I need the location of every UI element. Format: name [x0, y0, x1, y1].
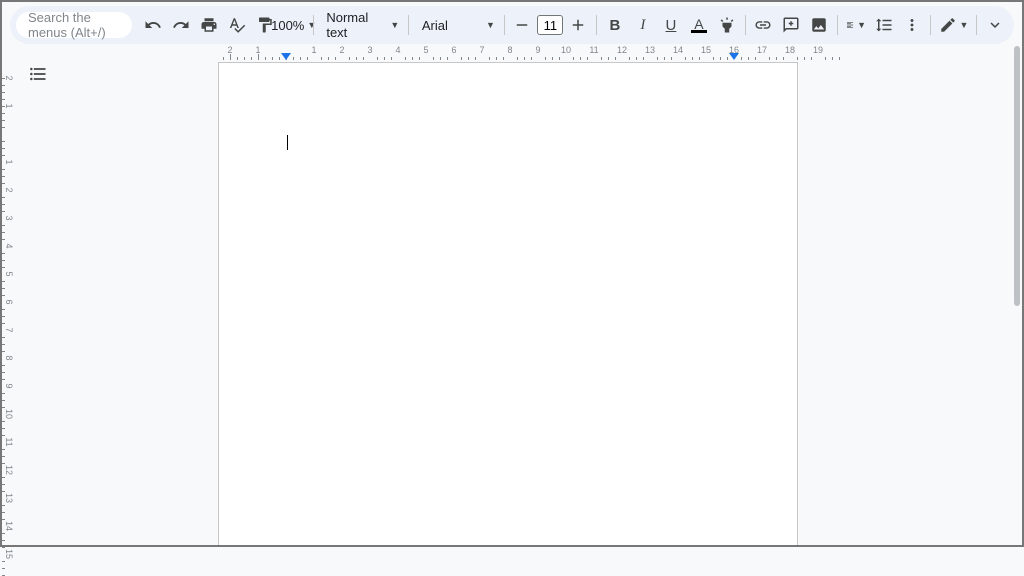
pencil-icon	[939, 16, 957, 34]
spellcheck-icon	[228, 16, 246, 34]
separator	[837, 15, 838, 35]
separator	[930, 15, 931, 35]
separator	[976, 15, 977, 35]
text-color-a: A	[694, 17, 703, 31]
editing-mode-group: ▼	[936, 12, 972, 38]
style-value: Normal text	[326, 10, 387, 40]
horizontal-ruler[interactable]: 1212345678910111213141516171819	[218, 46, 1012, 60]
paragraph-style-select[interactable]: Normal text ▼	[318, 12, 403, 38]
zoom-value: 100%	[271, 18, 304, 33]
separator	[596, 15, 597, 35]
font-value: Arial	[422, 18, 448, 33]
redo-icon	[172, 16, 190, 34]
dropdown-icon: ▼	[390, 20, 399, 30]
spellcheck-button[interactable]	[224, 12, 250, 38]
outline-icon	[28, 64, 48, 84]
undo-button[interactable]	[140, 12, 166, 38]
comment-icon	[782, 16, 800, 34]
separator	[408, 15, 409, 35]
align-left-icon	[846, 16, 854, 34]
show-outline-button[interactable]	[26, 62, 50, 86]
highlight-icon	[718, 16, 736, 34]
insert-image-button[interactable]	[806, 12, 832, 38]
text-color-swatch	[691, 30, 707, 33]
image-icon	[810, 16, 828, 34]
undo-icon	[144, 16, 162, 34]
print-icon	[200, 16, 218, 34]
highlight-color-button[interactable]	[714, 12, 740, 38]
dropdown-icon: ▼	[486, 20, 495, 30]
outline-sidebar	[26, 62, 56, 86]
collapse-toolbar-button[interactable]	[982, 12, 1008, 38]
insert-link-button[interactable]	[750, 12, 776, 38]
separator	[313, 15, 314, 35]
redo-button[interactable]	[168, 12, 194, 38]
font-select[interactable]: Arial ▼	[414, 12, 499, 38]
chevron-down-icon	[986, 16, 1004, 34]
underline-button[interactable]: U	[658, 12, 684, 38]
font-size-group	[509, 12, 591, 38]
print-button[interactable]	[196, 12, 222, 38]
bold-button[interactable]: B	[602, 12, 628, 38]
zoom-select[interactable]: 100% ▼	[280, 12, 308, 38]
search-placeholder-text: Search the menus (Alt+/)	[28, 10, 120, 40]
vertical-scrollbar[interactable]	[1014, 46, 1020, 306]
main-toolbar: Search the menus (Alt+/) 100% ▼ Normal t…	[10, 6, 1014, 44]
line-spacing-button[interactable]	[871, 12, 897, 38]
decrease-font-size-button[interactable]	[509, 12, 535, 38]
line-spacing-icon	[875, 16, 893, 34]
dropdown-icon: ▼	[857, 20, 866, 30]
add-comment-button[interactable]	[778, 12, 804, 38]
dropdown-icon: ▼	[960, 20, 969, 30]
separator	[745, 15, 746, 35]
vertical-ruler[interactable]: 12345678910111213141512	[2, 62, 16, 545]
separator	[504, 15, 505, 35]
align-button[interactable]: ▼	[843, 12, 869, 38]
search-input[interactable]: Search the menus (Alt+/)	[16, 12, 132, 38]
italic-button[interactable]: I	[630, 12, 656, 38]
minus-icon	[513, 16, 531, 34]
plus-icon	[569, 16, 587, 34]
text-color-button[interactable]: A	[686, 12, 712, 38]
right-indent-marker[interactable]	[729, 53, 739, 60]
increase-font-size-button[interactable]	[565, 12, 591, 38]
document-page[interactable]	[218, 62, 798, 545]
left-indent-marker[interactable]	[281, 53, 291, 60]
link-icon	[754, 16, 772, 34]
editing-mode-button[interactable]: ▼	[936, 12, 972, 38]
font-size-input[interactable]	[537, 15, 563, 35]
more-options-button[interactable]	[899, 12, 925, 38]
text-cursor	[287, 135, 288, 150]
more-vert-icon	[903, 16, 921, 34]
